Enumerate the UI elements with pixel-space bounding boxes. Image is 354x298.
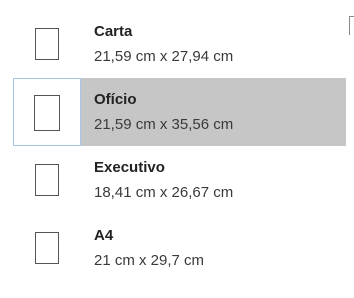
page-thumbnail-icon: [34, 95, 60, 131]
paper-size-name: Ofício: [94, 91, 137, 108]
paper-size-item-oficio[interactable]: Ofício 21,59 cm x 35,56 cm: [13, 78, 346, 146]
page-thumbnail-icon: [35, 164, 59, 196]
paper-size-dimensions: 21,59 cm x 35,56 cm: [94, 116, 234, 133]
page-thumbnail-icon: [35, 28, 59, 60]
paper-size-dropdown-panel: Carta 21,59 cm x 27,94 cm Ofício 21,59 c…: [0, 0, 347, 298]
paper-size-name: Executivo: [94, 159, 165, 176]
paper-size-item-executivo[interactable]: Executivo 18,41 cm x 26,67 cm: [13, 146, 346, 214]
paper-size-item-carta[interactable]: Carta 21,59 cm x 27,94 cm: [13, 10, 346, 78]
paper-size-dimensions: 21 cm x 29,7 cm: [94, 252, 205, 269]
paper-size-dimensions: 18,41 cm x 26,67 cm: [94, 184, 234, 201]
paper-size-list: Carta 21,59 cm x 27,94 cm Ofício 21,59 c…: [0, 10, 346, 282]
paper-size-name: A4: [94, 227, 114, 244]
paper-size-dimensions: 21,59 cm x 27,94 cm: [94, 48, 234, 65]
margin-corner-marker: [349, 16, 354, 35]
page-thumbnail-frame: [13, 78, 81, 146]
paper-size-item-a4[interactable]: A4 21 cm x 29,7 cm: [13, 214, 346, 282]
page-thumbnail-icon: [35, 232, 59, 264]
underlying-document-edge: [346, 0, 354, 298]
paper-size-name: Carta: [94, 23, 133, 40]
page-thumbnail-frame: [13, 10, 81, 78]
page-thumbnail-frame: [13, 214, 81, 282]
page-thumbnail-frame: [13, 146, 81, 214]
